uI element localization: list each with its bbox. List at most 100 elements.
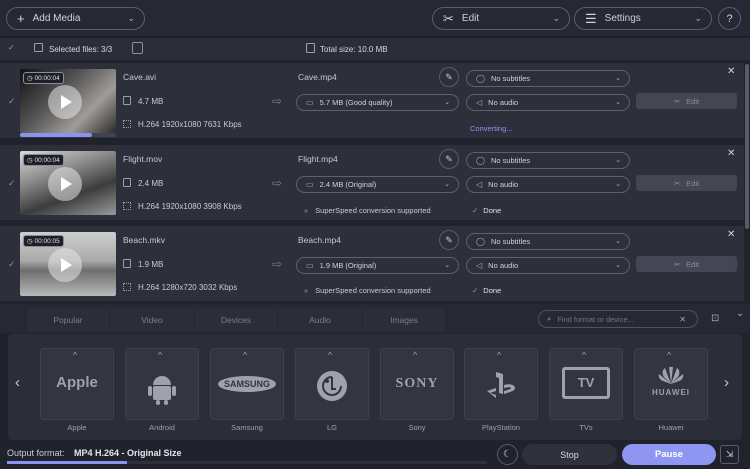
source-filename: Flight.mov	[123, 154, 163, 164]
play-icon[interactable]	[48, 85, 82, 119]
output-quality-dropdown[interactable]: ▭ 2.4 MB (Original) ⌄	[296, 176, 459, 193]
subtitles-dropdown[interactable]: ◯ No subtitles ⌄	[466, 70, 630, 87]
chevron-down-icon: ⌄	[615, 262, 621, 269]
close-icon[interactable]: ✕	[727, 66, 735, 77]
chevron-down-icon: ⌄	[444, 262, 450, 269]
video-thumbnail[interactable]: ◷ 00:00:04	[20, 69, 116, 133]
source-size: 4.7 MB	[123, 96, 163, 106]
row-checkbox[interactable]: ✓	[8, 96, 16, 107]
tools-icon: ✂	[443, 10, 454, 26]
file-icon: ▭	[306, 180, 314, 189]
row-edit-button[interactable]: ✂ Edit	[636, 175, 737, 191]
files-icon	[34, 43, 43, 52]
source-codec: H.264 1280x720 3032 Kbps	[123, 283, 237, 292]
format-settings-icon[interactable]: ⊡	[711, 313, 719, 324]
close-icon[interactable]: ✕	[727, 148, 735, 159]
help-button[interactable]: ?	[718, 7, 741, 30]
file-list-scrollbar[interactable]	[745, 64, 749, 229]
audio-text: No audio	[488, 261, 519, 270]
checkmark-icon: ✓	[472, 206, 479, 215]
file-icon: ▭	[306, 261, 314, 270]
output-quality-dropdown[interactable]: ▭ 1.9 MB (Original) ⌄	[296, 257, 459, 274]
output-size-text: 5.7 MB (Good quality)	[319, 98, 393, 107]
output-format-value[interactable]: MP4 H.264 - Original Size	[74, 448, 182, 458]
help-icon: ?	[726, 12, 733, 25]
row-checkbox[interactable]: ✓	[8, 259, 16, 270]
tab-popular[interactable]: Popular	[27, 308, 109, 332]
output-filename: Beach.mp4	[298, 235, 341, 245]
rename-pen-icon[interactable]: ✎	[439, 67, 459, 87]
chevron-up-icon: ^	[328, 350, 333, 360]
search-icon: ⌕	[547, 314, 552, 323]
pause-label: Pause	[655, 449, 683, 460]
scroll-left-arrow-icon[interactable]: ‹	[15, 374, 20, 391]
chevron-down-icon: ⌄	[552, 13, 560, 23]
progress-fill	[20, 133, 92, 137]
row-edit-button[interactable]: ✂ Edit	[636, 256, 737, 272]
audio-dropdown[interactable]: ◁ No audio ⌄	[466, 176, 630, 193]
lg-logo-icon	[295, 369, 369, 405]
audio-dropdown[interactable]: ◁ No audio ⌄	[466, 94, 630, 111]
chevron-down-icon: ⌄	[615, 75, 621, 82]
subtitles-dropdown[interactable]: ◯ No subtitles ⌄	[466, 233, 630, 250]
clear-search-icon[interactable]: ✕	[679, 315, 686, 324]
scroll-right-arrow-icon[interactable]: ›	[724, 374, 729, 391]
rename-pen-icon[interactable]: ✎	[439, 149, 459, 169]
device-label-sony: Sony	[408, 423, 426, 432]
audio-dropdown[interactable]: ◁ No audio ⌄	[466, 257, 630, 274]
status-text: Done	[483, 206, 502, 215]
row-edit-label: Edit	[686, 96, 700, 106]
edit-menu-button[interactable]: ✂ Edit ⌄	[432, 7, 570, 30]
trash-icon[interactable]	[132, 42, 143, 54]
tab-audio[interactable]: Audio	[279, 308, 361, 332]
rename-pen-icon[interactable]: ✎	[439, 230, 459, 250]
codec-icon	[123, 120, 131, 128]
samsung-logo: SAMSUNG	[210, 376, 284, 392]
apple-logo: Apple	[56, 374, 98, 391]
settings-button[interactable]: ☰ Settings ⌄	[574, 7, 712, 30]
add-media-button[interactable]: + Add Media ⌄	[6, 7, 145, 30]
select-all-checkbox[interactable]: ✓	[8, 43, 15, 52]
subtitles-text: No subtitles	[490, 237, 531, 246]
samsung-logo-text: SAMSUNG	[217, 376, 276, 392]
play-icon[interactable]	[48, 248, 82, 282]
collapse-chevron-icon[interactable]: ⌄	[736, 308, 744, 319]
video-thumbnail[interactable]: ◷ 00:00:05	[20, 232, 116, 296]
source-size-text: 1.9 MB	[138, 260, 164, 269]
chevron-down-icon: ⌄	[615, 157, 621, 164]
row-edit-button[interactable]: ✂ Edit	[636, 93, 737, 109]
plus-icon: +	[17, 11, 25, 26]
search-input[interactable]	[557, 314, 676, 324]
file-icon	[123, 96, 131, 105]
tab-video[interactable]: Video	[111, 308, 193, 332]
tools-icon: ✂	[673, 178, 681, 188]
open-output-folder-icon[interactable]: ⇲	[720, 445, 739, 464]
selected-files-text: Selected files: 3/3	[49, 45, 113, 54]
pause-button[interactable]: Pause	[622, 444, 716, 465]
sleep-moon-icon[interactable]: ☾	[497, 444, 518, 465]
format-search[interactable]: ⌕ ✕	[538, 310, 698, 328]
tv-logo: TV	[549, 367, 623, 399]
close-icon[interactable]: ✕	[727, 229, 735, 240]
status-text: Done	[483, 286, 502, 295]
subtitles-dropdown[interactable]: ◯ No subtitles ⌄	[466, 152, 630, 169]
file-row[interactable]: ✓ ◷ 00:00:04 Flight.mov 2.4 MB H.264 192…	[0, 145, 744, 222]
video-thumbnail[interactable]: ◷ 00:00:04	[20, 151, 116, 215]
file-icon: ▭	[306, 98, 314, 107]
tab-images[interactable]: Images	[363, 308, 445, 332]
convert-arrow-icon: ⇨	[272, 257, 283, 271]
superspeed-label: SuperSpeed conversion supported	[315, 286, 431, 295]
file-row[interactable]: ✓ ◷ 00:00:04 Cave.avi 4.7 MB H.264 1920x…	[0, 63, 744, 140]
chevron-up-icon: ^	[158, 350, 163, 360]
subtitles-text: No subtitles	[490, 156, 531, 165]
tab-devices[interactable]: Devices	[195, 308, 277, 332]
chevron-down-icon: ⌄	[444, 181, 450, 188]
file-row[interactable]: ✓ ◷ 00:00:05 Beach.mkv 1.9 MB H.264 1280…	[0, 226, 744, 303]
duration-badge: ◷ 00:00:04	[23, 72, 64, 84]
play-icon[interactable]	[48, 167, 82, 201]
row-checkbox[interactable]: ✓	[8, 178, 16, 189]
stop-button[interactable]: Stop	[522, 444, 617, 465]
output-quality-dropdown[interactable]: ▭ 5.7 MB (Good quality) ⌄	[296, 94, 459, 111]
chevron-down-icon: ⌄	[615, 99, 621, 106]
convert-arrow-icon: ⇨	[272, 94, 283, 108]
